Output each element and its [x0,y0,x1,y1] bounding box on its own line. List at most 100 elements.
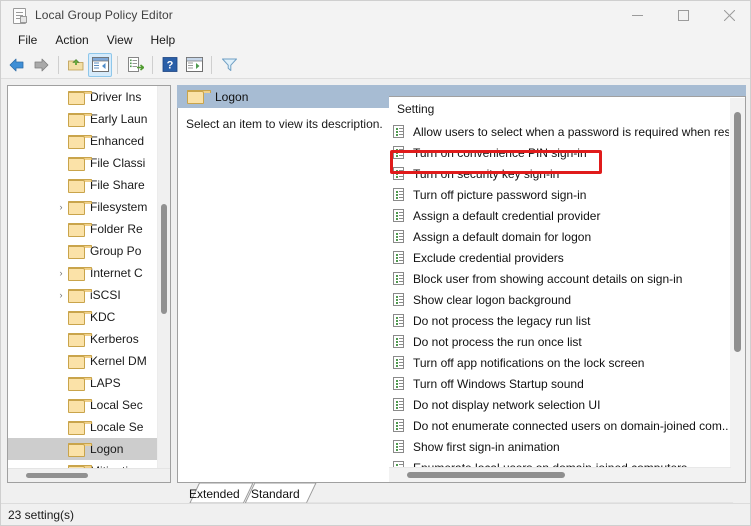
setting-row[interactable]: Assign a default credential provider [389,205,729,226]
tree-item-label: Folder Re [90,222,143,236]
tree-item[interactable]: › Internet C [8,262,160,284]
tree-item-label: Early Laun [90,112,148,126]
view-tabs: Extended Standard [177,483,746,505]
tree-item[interactable]: Group Po [8,240,160,262]
tab-extended-label: Extended [189,486,240,501]
forward-icon[interactable] [29,53,53,77]
menu-view[interactable]: View [98,31,142,49]
tree-horizontal-scrollbar[interactable] [8,468,170,482]
help-icon[interactable]: ? [158,53,182,77]
tab-standard-label: Standard [251,486,300,501]
setting-row[interactable]: Turn off Windows Startup sound [389,373,729,394]
pane-title: Logon [215,89,249,104]
setting-row[interactable]: Show clear logon background [389,289,729,310]
tree-item[interactable]: Local Sec [8,394,160,416]
folder-icon [68,376,92,391]
tab-standard[interactable]: Standard [239,483,317,504]
settings-vertical-scrollbar[interactable] [730,98,745,482]
policy-setting-icon [393,397,406,412]
tree-scroll-area: Driver Ins Early Laun Enhanced File Classi F… [8,86,160,469]
description-panel: Select an item to view its description. [177,108,389,483]
tree-item[interactable]: Logon [8,438,160,460]
tree-item[interactable]: Enhanced [8,130,160,152]
folder-icon [68,310,92,325]
tree-item[interactable]: Kerberos [8,328,160,350]
settings-column-header[interactable]: Setting [389,97,745,121]
settings-horizontal-scrollbar[interactable] [389,467,731,482]
maximize-button[interactable] [660,1,706,29]
setting-row[interactable]: Turn off app notifications on the lock s… [389,352,729,373]
setting-label: Show clear logon background [413,292,572,307]
setting-label: Do not process the run once list [413,334,582,349]
setting-row[interactable]: Show first sign-in animation [389,436,729,457]
tree-item[interactable]: Kernel DM [8,350,160,372]
menu-action[interactable]: Action [46,31,97,49]
tree-vertical-scroll-thumb[interactable] [161,204,167,314]
tree-horizontal-scroll-thumb[interactable] [26,473,88,478]
policy-setting-icon [393,334,406,349]
folder-icon [68,112,92,127]
tree-item-label: File Share [90,178,145,192]
menu-file[interactable]: File [9,31,46,49]
setting-row[interactable]: Assign a default domain for logon [389,226,729,247]
settings-horizontal-scroll-thumb[interactable] [407,472,565,478]
toolbar-separator [152,55,153,74]
tab-extended[interactable]: Extended [177,483,247,504]
export-list-icon[interactable] [123,53,147,77]
setting-label: Show first sign-in animation [413,439,560,454]
show-hide-console-tree-icon[interactable] [88,52,112,77]
setting-row[interactable]: Do not display network selection UI [389,394,729,415]
setting-row[interactable]: Turn on security key sign-in [389,163,729,184]
close-button[interactable] [706,1,750,29]
back-icon[interactable] [5,53,29,77]
tree-item[interactable]: File Classi [8,152,160,174]
policy-setting-icon [393,208,406,223]
setting-row[interactable]: Block user from showing account details … [389,268,729,289]
svg-text:?: ? [167,60,174,72]
setting-label: Allow users to select when a password is… [413,124,729,139]
policy-setting-icon [393,418,406,433]
show-hide-action-pane-icon[interactable] [182,53,206,77]
up-one-level-icon[interactable] [64,53,88,77]
tree-item[interactable]: Folder Re [8,218,160,240]
chevron-right-icon[interactable]: › [56,290,66,300]
tree-item[interactable]: › Filesystem [8,196,160,218]
minimize-button[interactable] [614,1,660,29]
filter-icon[interactable] [217,53,241,77]
tree-item[interactable]: Driver Ins [8,86,160,108]
tree-vertical-scrollbar[interactable] [157,86,170,470]
policy-setting-icon [393,292,406,307]
tree-item[interactable]: Early Laun [8,108,160,130]
menu-help[interactable]: Help [142,31,185,49]
tree-item[interactable]: Locale Se [8,416,160,438]
setting-row[interactable]: Exclude credential providers [389,247,729,268]
policy-setting-icon [393,271,406,286]
setting-row[interactable]: Turn on convenience PIN sign-in [389,142,729,163]
setting-label: Do not process the legacy run list [413,313,591,328]
tree-item[interactable]: KDC [8,306,160,328]
setting-label: Block user from showing account details … [413,271,683,286]
setting-label: Do not enumerate connected users on doma… [413,418,729,433]
policy-setting-icon [393,313,406,328]
tree-item-label: Locale Se [90,420,144,434]
tree-item-label: Internet C [90,266,143,280]
policy-setting-icon [393,355,406,370]
folder-icon [68,288,92,303]
tree-item[interactable]: › iSCSI [8,284,160,306]
tree-item-label: Kerberos [90,332,139,346]
setting-row[interactable]: Turn off picture password sign-in [389,184,729,205]
setting-row[interactable]: Do not process the legacy run list [389,310,729,331]
tree-item[interactable]: File Share [8,174,160,196]
settings-list-panel: Setting Allow users to select when a pas… [389,96,746,483]
setting-label: Turn off Windows Startup sound [413,376,584,391]
setting-row[interactable]: Do not enumerate connected users on doma… [389,415,729,436]
folder-icon [68,178,92,193]
window-controls [614,1,750,29]
setting-row[interactable]: Do not process the run once list [389,331,729,352]
chevron-right-icon[interactable]: › [56,268,66,278]
settings-vertical-scroll-thumb[interactable] [734,112,741,352]
folder-icon [68,332,92,347]
chevron-right-icon[interactable]: › [56,202,66,212]
tree-item[interactable]: LAPS [8,372,160,394]
setting-row[interactable]: Allow users to select when a password is… [389,121,729,142]
